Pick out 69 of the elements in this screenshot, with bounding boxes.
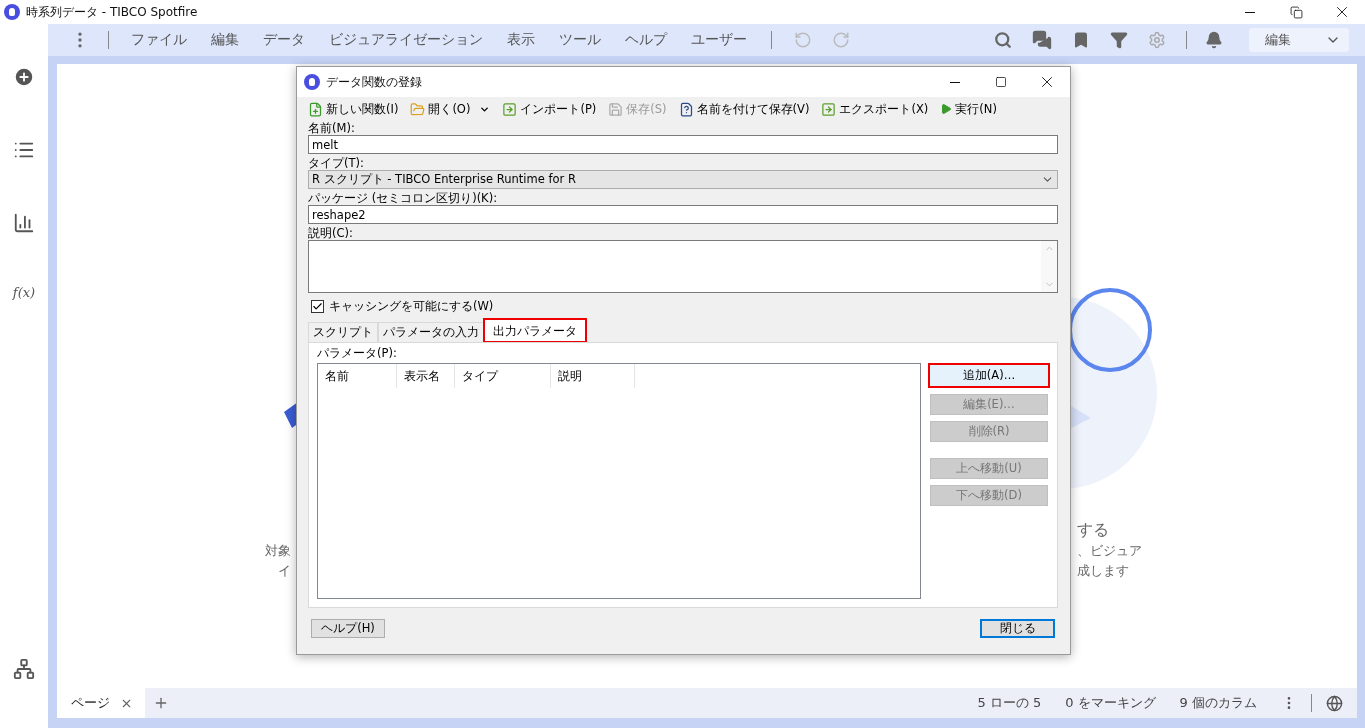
tab[interactable]: パラメータの入力 <box>378 322 484 342</box>
tab[interactable]: スクリプト <box>308 322 378 342</box>
caching-checkbox[interactable]: キャッシングを可能にする(W) <box>311 299 1058 314</box>
minimize-icon <box>1245 11 1255 13</box>
field-label: 名前(M): <box>308 121 356 135</box>
notification-icon[interactable] <box>1205 31 1223 49</box>
menu-item[interactable]: データ <box>263 31 305 49</box>
toolbar-button[interactable]: インポート(P) <box>502 101 597 117</box>
window-title: 時系列データ - TIBCO Spotfire <box>26 3 198 21</box>
column-header[interactable]: 説明 <box>551 364 635 388</box>
field-label: パラメータ(P): <box>317 346 398 360</box>
bookmark-icon[interactable] <box>1072 31 1090 49</box>
menu-item[interactable]: ヘルプ <box>625 31 667 49</box>
packages-field[interactable]: reshape2 <box>308 205 1058 224</box>
column-header[interactable]: タイプ <box>455 364 551 388</box>
toolbar-button[interactable]: エクスポート(X) <box>821 101 929 117</box>
app-logo-icon <box>4 4 20 20</box>
add-icon[interactable] <box>13 66 35 88</box>
status-text: 9 個のカラム <box>1179 694 1257 712</box>
formula-icon[interactable]: f(x) <box>12 285 36 300</box>
mode-select[interactable]: 編集 <box>1249 28 1349 52</box>
hierarchy-icon[interactable] <box>13 658 35 680</box>
tab[interactable]: 出力パラメータ <box>484 319 586 342</box>
status-text: 0 をマーキング <box>1065 694 1156 712</box>
save-as-icon <box>678 101 694 117</box>
type-dropdown[interactable]: R スクリプト - TIBCO Enterprise Runtime for R <box>308 170 1058 189</box>
column-header[interactable]: 表示名 <box>397 364 455 388</box>
toolbar-button[interactable]: 名前を付けて保存(V) <box>678 101 810 117</box>
column-header[interactable]: 名前 <box>318 364 397 388</box>
bar-chart-icon[interactable] <box>13 212 35 234</box>
search-icon[interactable] <box>994 31 1012 49</box>
toolbar-button[interactable]: 新しい関数(I) <box>308 101 399 117</box>
menu-item[interactable]: 編集 <box>211 31 239 49</box>
close-dialog-button[interactable]: 閉じる <box>980 619 1055 638</box>
menu-item[interactable]: ビジュアライゼーション <box>329 31 483 49</box>
background-text: 成します <box>1077 562 1129 580</box>
status-text: 5 ローの 5 <box>977 694 1042 712</box>
field-label: パッケージ (セミコロン区切り)(K): <box>308 191 499 205</box>
background-text: イ <box>278 562 291 580</box>
background-text: 対象 <box>265 542 291 560</box>
name-field[interactable]: melt <box>308 135 1058 154</box>
action-button[interactable]: 追加(A)… <box>928 363 1050 388</box>
restore-icon <box>1289 5 1303 19</box>
menu-item[interactable]: ファイル <box>131 31 187 49</box>
toolbar-button[interactable]: 実行(N) <box>940 101 997 117</box>
maximize-icon <box>995 76 1007 88</box>
menu-item[interactable]: ユーザー <box>691 31 747 49</box>
folder-icon <box>410 101 426 117</box>
field-label: タイプ(T): <box>308 156 365 170</box>
dialog-title: データ関数の登録 <box>326 73 422 91</box>
app-logo-icon <box>304 74 320 90</box>
toolbar-button[interactable]: 開く(O) <box>410 101 491 117</box>
filter-icon[interactable] <box>1110 31 1128 49</box>
page-tab[interactable]: ページ <box>57 688 145 718</box>
language-icon[interactable] <box>1326 694 1343 712</box>
comments-icon[interactable] <box>1032 30 1052 50</box>
help-button[interactable]: ヘルプ(H) <box>311 619 385 638</box>
field-label: 説明(C): <box>308 226 354 240</box>
play-icon <box>940 103 953 115</box>
menu-item[interactable]: ツール <box>559 31 601 49</box>
background-text: する <box>1077 520 1109 541</box>
add-page-icon[interactable] <box>153 695 169 711</box>
new-file-icon <box>308 101 323 117</box>
menu-item[interactable]: 表示 <box>507 31 535 49</box>
minimize-icon <box>950 81 960 83</box>
background-text: 、ビジュア <box>1077 542 1142 560</box>
parameter-list[interactable]: 名前 表示名 タイプ 説明 <box>317 363 921 599</box>
check-icon <box>312 301 323 312</box>
save-icon <box>608 101 624 117</box>
